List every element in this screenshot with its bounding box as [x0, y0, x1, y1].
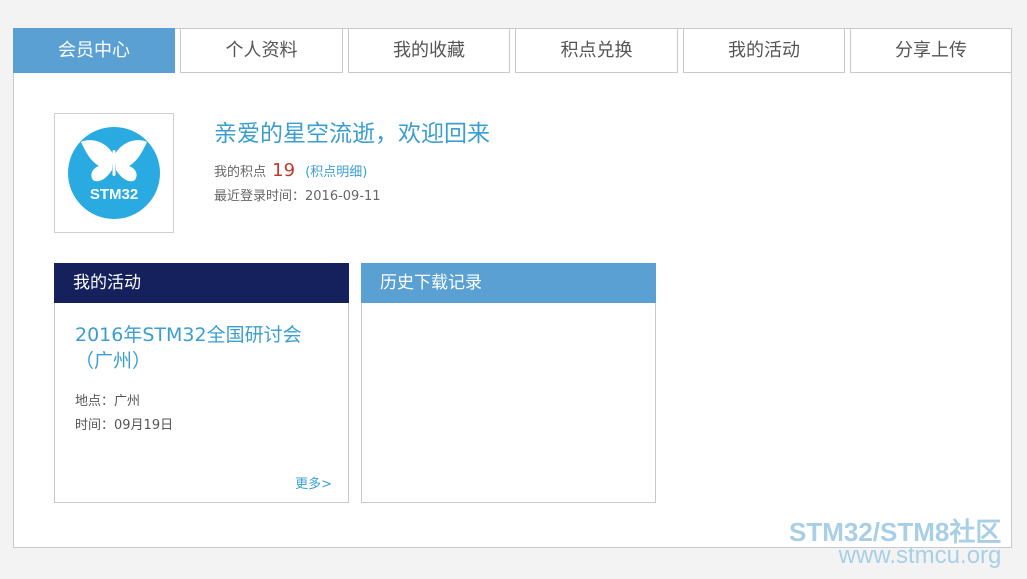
download-history-panel: 历史下载记录 — [361, 263, 656, 503]
tab-member-center[interactable]: 会员中心 — [13, 28, 175, 73]
event-title-link[interactable]: 2016年STM32全国研讨会（广州） — [75, 322, 335, 374]
download-history-title: 历史下载记录 — [361, 263, 656, 303]
points-value: 19 — [272, 160, 296, 181]
more-activities-link[interactable]: 更多> — [295, 473, 332, 492]
event-time: 时间：09月19日 — [75, 418, 174, 433]
tab-points-exchange[interactable]: 积点兑换 — [515, 28, 678, 73]
event-location: 地点：广州 — [75, 394, 141, 409]
tab-share-upload[interactable]: 分享上传 — [850, 28, 1012, 73]
welcome-message: 亲爱的星空流逝，欢迎回来 — [214, 121, 490, 147]
last-login-time: 最近登录时间：2016-09-11 — [214, 189, 381, 204]
watermark-url: www.stmcu.org — [838, 542, 1002, 569]
activities-panel-title: 我的活动 — [54, 263, 349, 303]
stm32-logo-icon: STM32 — [68, 127, 160, 219]
points-detail-link[interactable]: (积点明细) — [305, 165, 367, 180]
tab-favorites[interactable]: 我的收藏 — [348, 28, 510, 73]
tab-my-activities[interactable]: 我的活动 — [683, 28, 845, 73]
points-label: 我的积点 — [214, 165, 267, 180]
site-watermark: STM32/STM8社区 www.stmcu.org — [789, 518, 1001, 568]
points-line: 我的积点 19 (积点明细) — [214, 160, 367, 181]
svg-text:STM32: STM32 — [90, 186, 138, 203]
activities-panel: 我的活动 2016年STM32全国研讨会（广州） 地点：广州 时间：09月19日… — [54, 263, 349, 503]
tab-profile[interactable]: 个人资料 — [180, 28, 343, 73]
avatar: STM32 — [54, 113, 174, 233]
